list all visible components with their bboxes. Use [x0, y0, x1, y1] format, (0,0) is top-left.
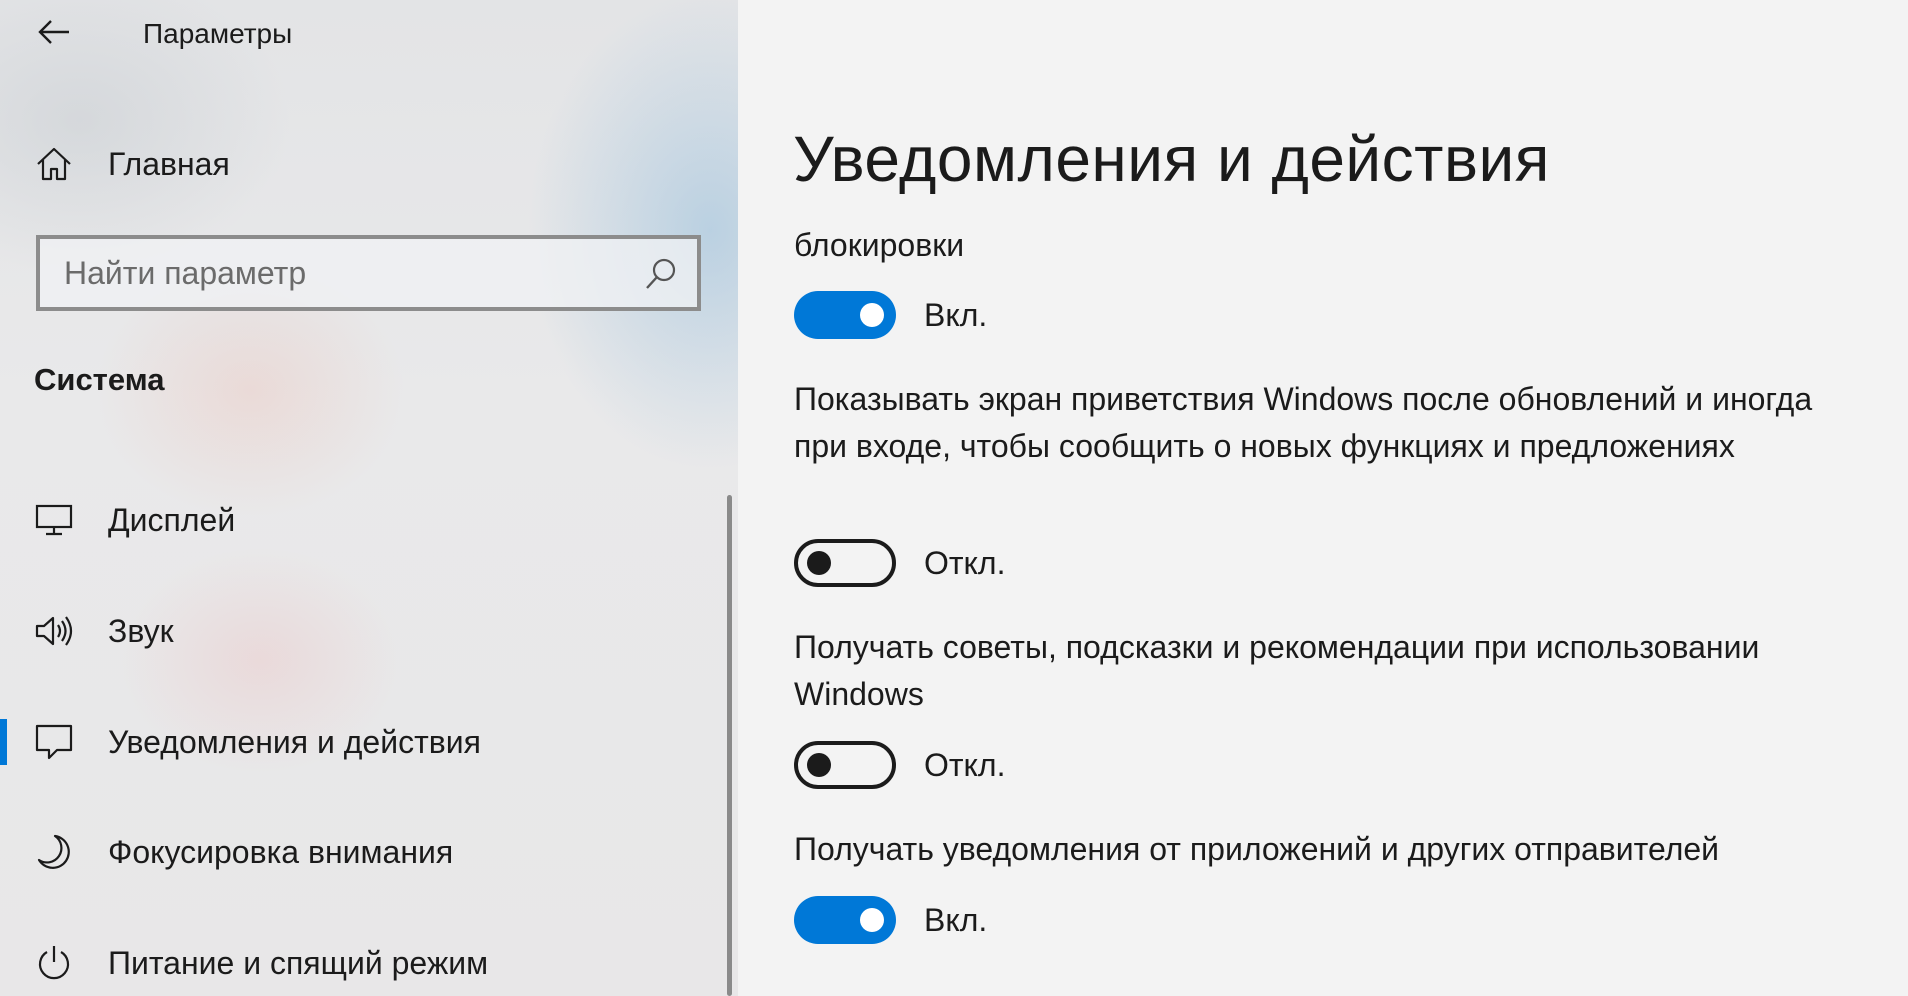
sidebar-item-display[interactable]: Дисплей: [0, 475, 725, 565]
speaker-icon: [34, 611, 74, 651]
notification-icon: [34, 722, 74, 762]
toggle-row-tips[interactable]: Откл.: [794, 740, 1005, 790]
back-button[interactable]: [28, 10, 80, 54]
page-title: Уведомления и действия: [793, 123, 1550, 195]
app-title: Параметры: [143, 18, 293, 49]
power-icon: [34, 943, 74, 983]
toggle-state-label: Вкл.: [924, 296, 988, 333]
toggle-switch[interactable]: [794, 291, 896, 339]
sidebar-item-label: Уведомления и действия: [108, 723, 481, 760]
toggle-row-welcome-experience[interactable]: Откл.: [794, 538, 1005, 588]
toggle-switch[interactable]: [794, 896, 896, 944]
toggle-switch[interactable]: [794, 741, 896, 789]
setting-label-app-notifications: Получать уведомления от приложений и дру…: [794, 831, 1720, 867]
sidebar: Параметры Главная Система Дисплей: [0, 0, 738, 996]
moon-icon: [34, 832, 74, 872]
sidebar-item-sound[interactable]: Звук: [0, 586, 725, 676]
sidebar-item-power[interactable]: Питание и спящий режим: [0, 918, 725, 996]
toggle-knob: [860, 303, 884, 327]
toggle-knob: [807, 753, 831, 777]
sidebar-item-home[interactable]: Главная: [0, 133, 738, 195]
home-icon: [34, 144, 74, 184]
sidebar-item-notifications[interactable]: Уведомления и действия: [0, 697, 725, 787]
toggle-row-lock-screen[interactable]: Вкл.: [794, 290, 987, 340]
search-input[interactable]: [64, 254, 624, 292]
back-arrow-icon: [38, 20, 69, 44]
sidebar-item-label: Фокусировка внимания: [108, 833, 454, 870]
setting-label-tips: Получать советы, подсказки и рекомендаци…: [794, 629, 1760, 712]
setting-label-lock-screen: блокировки: [794, 227, 965, 263]
toggle-state-label: Откл.: [924, 746, 1006, 783]
sidebar-item-label: Звук: [108, 612, 174, 649]
sidebar-scrollbar[interactable]: [727, 495, 732, 996]
sidebar-item-label: Главная: [108, 145, 230, 182]
main-content: Уведомления и действия блокировки Вкл. П…: [738, 0, 1908, 996]
toggle-knob: [860, 908, 884, 932]
toggle-state-label: Откл.: [924, 544, 1006, 581]
selection-indicator: [0, 719, 7, 765]
display-icon: [34, 500, 74, 540]
sidebar-item-focus-assist[interactable]: Фокусировка внимания: [0, 807, 725, 897]
search-box[interactable]: [36, 235, 701, 311]
toggle-state-label: Вкл.: [924, 901, 988, 938]
toggle-row-app-notifications[interactable]: Вкл.: [794, 895, 987, 945]
sidebar-item-label: Питание и спящий режим: [108, 944, 489, 981]
sidebar-item-label: Дисплей: [108, 501, 236, 538]
setting-label-welcome-experience: Показывать экран приветствия Windows пос…: [794, 381, 1813, 464]
search-icon[interactable]: [643, 256, 679, 292]
section-heading: Система: [34, 362, 165, 397]
toggle-switch[interactable]: [794, 539, 896, 587]
toggle-knob: [807, 551, 831, 575]
